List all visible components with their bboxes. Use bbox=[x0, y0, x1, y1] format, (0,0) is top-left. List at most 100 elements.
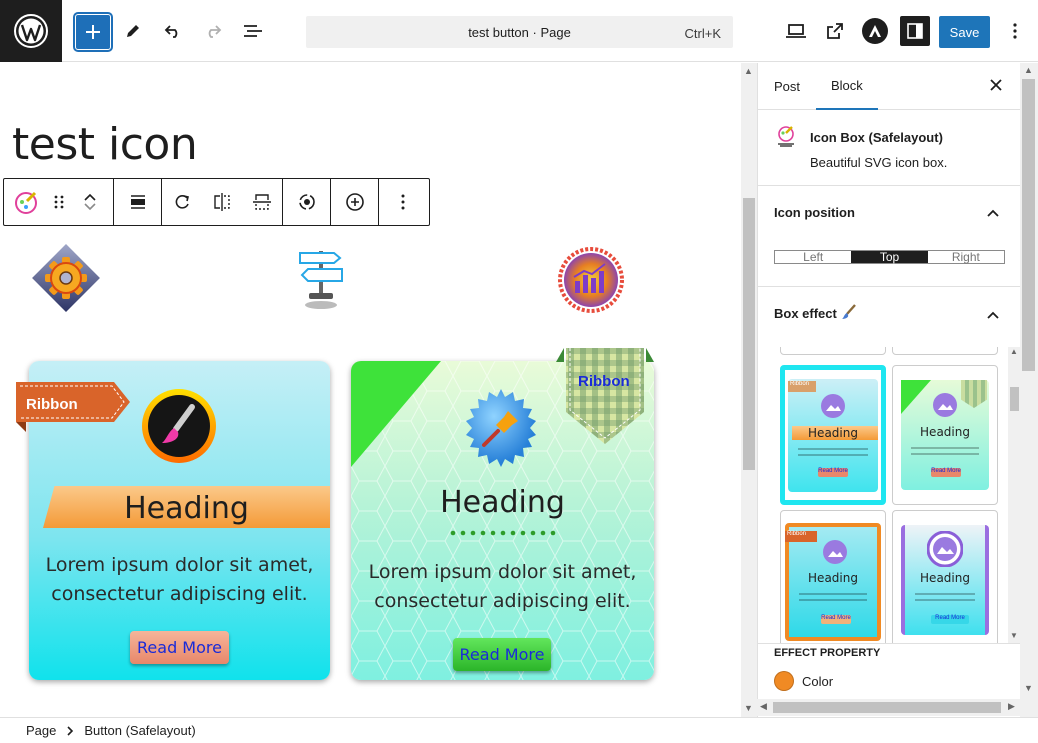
sidebar-toggle-icon bbox=[907, 23, 923, 39]
tab-post[interactable]: Post bbox=[774, 63, 800, 110]
plus-circle-icon bbox=[345, 193, 364, 211]
tools-button[interactable] bbox=[117, 15, 149, 47]
tab-block[interactable]: Block bbox=[816, 63, 878, 110]
breadcrumb-item-button[interactable]: Button (Safelayout) bbox=[84, 723, 195, 738]
sidebar-scroll-thumb[interactable] bbox=[1022, 79, 1035, 371]
image-icon bbox=[933, 393, 957, 417]
read-more-button[interactable]: Read More bbox=[453, 638, 551, 671]
gear-icon-block[interactable] bbox=[28, 240, 104, 321]
insert-after-button[interactable] bbox=[331, 179, 378, 225]
icon-position-control: Left Top Right bbox=[774, 250, 1005, 264]
effect-option[interactable]: Heading Read More bbox=[892, 510, 998, 643]
command-palette-button[interactable]: test button · Page Ctrl+K bbox=[306, 16, 733, 48]
block-type-button[interactable] bbox=[4, 179, 48, 225]
flip-vertical-icon bbox=[253, 194, 271, 210]
read-more-button[interactable]: Read More bbox=[130, 631, 229, 664]
card-text-line2: consectetur adipiscing elit. bbox=[51, 583, 308, 605]
canvas-scroll-thumb[interactable] bbox=[743, 198, 755, 470]
preview-button: Read More bbox=[818, 468, 848, 477]
effect-list-scroll-thumb[interactable] bbox=[1010, 387, 1019, 411]
ribbon-label: Ribbon bbox=[26, 396, 78, 413]
chart-badge-icon-block[interactable] bbox=[558, 247, 624, 318]
option-right[interactable]: Right bbox=[928, 251, 1004, 263]
sidebar-tabs: Post Block bbox=[758, 63, 1020, 110]
preview-heading: Heading bbox=[808, 426, 858, 440]
panel-title[interactable]: Icon position bbox=[774, 205, 855, 220]
preview-heading: Heading bbox=[920, 571, 970, 585]
scroll-up-icon[interactable]: ▲ bbox=[1010, 347, 1018, 356]
breadcrumb-item-page[interactable]: Page bbox=[26, 723, 56, 738]
undo-button[interactable] bbox=[157, 15, 189, 47]
flip-horizontal-button[interactable] bbox=[202, 179, 242, 225]
paint-brush-icon bbox=[142, 389, 216, 463]
canvas-scrollbar[interactable]: ▲ ▼ bbox=[741, 63, 757, 717]
options-button[interactable] bbox=[999, 15, 1031, 47]
save-button[interactable]: Save bbox=[939, 16, 990, 48]
sidebar-scrollbar[interactable]: ▲ ▼ bbox=[1020, 63, 1038, 717]
sidebar-horizontal-scrollbar[interactable]: ◀ ▶ bbox=[757, 699, 1020, 716]
signpost-icon-block[interactable] bbox=[292, 247, 350, 316]
flip-vertical-button[interactable] bbox=[242, 179, 282, 225]
pushpin-icon bbox=[466, 389, 536, 467]
rotate-button[interactable] bbox=[162, 179, 202, 225]
plugin-button[interactable] bbox=[862, 18, 888, 44]
plus-icon bbox=[86, 25, 100, 39]
effect-option[interactable]: Heading Read More bbox=[892, 365, 998, 505]
insert-group bbox=[331, 179, 379, 225]
wordpress-logo[interactable] bbox=[0, 0, 62, 62]
pin-icon-wrap bbox=[460, 387, 542, 474]
effect-option[interactable] bbox=[780, 347, 886, 355]
box-effect-title[interactable]: Box effect bbox=[774, 306, 837, 321]
block-name: Icon Box (Safelayout) bbox=[810, 130, 943, 145]
settings-sidebar: Post Block Icon Box (Safelayout) Beautif… bbox=[757, 63, 1020, 717]
effect-list-scrollbar[interactable]: ▲ ▼ bbox=[1008, 347, 1020, 643]
pencil-icon bbox=[127, 25, 139, 37]
page-title[interactable]: test icon bbox=[12, 119, 198, 170]
divider bbox=[758, 643, 1020, 644]
scroll-right-icon[interactable]: ▶ bbox=[1008, 701, 1015, 712]
align-button[interactable] bbox=[114, 179, 161, 225]
color-swatch[interactable] bbox=[774, 671, 794, 691]
settings-button[interactable] bbox=[900, 16, 930, 46]
preview-ribbon: Ribbon bbox=[788, 381, 816, 392]
effect-option-selected[interactable]: Heading Ribbon Read More bbox=[780, 365, 886, 505]
more-vertical-icon bbox=[401, 194, 405, 210]
effect-option[interactable]: Ribbon Heading Read More bbox=[780, 510, 886, 643]
box-effect-list[interactable]: Heading Ribbon Read More Heading Read Mo… bbox=[774, 347, 1008, 643]
close-sidebar-button[interactable] bbox=[989, 78, 1003, 95]
ribbon-2-wrap bbox=[556, 348, 654, 451]
preview-button[interactable] bbox=[780, 15, 812, 47]
astra-icon bbox=[869, 25, 881, 37]
chevron-down-icon bbox=[84, 203, 96, 211]
option-top[interactable]: Top bbox=[851, 251, 928, 263]
scroll-left-icon[interactable]: ◀ bbox=[760, 701, 767, 712]
block-description: Beautiful SVG icon box. bbox=[810, 155, 948, 170]
collapse-icon-position[interactable] bbox=[986, 205, 1000, 223]
collapse-box-effect[interactable] bbox=[986, 307, 1000, 325]
redo-button[interactable] bbox=[197, 15, 229, 47]
block-icon bbox=[774, 124, 798, 153]
drag-handle[interactable] bbox=[48, 179, 70, 225]
document-overview-button[interactable] bbox=[237, 15, 269, 47]
scroll-down-icon[interactable]: ▼ bbox=[1010, 631, 1018, 640]
card-text-line2: consectetur adipiscing elit. bbox=[374, 590, 631, 612]
scroll-down-icon[interactable]: ▼ bbox=[744, 703, 753, 713]
scroll-up-icon[interactable]: ▲ bbox=[744, 66, 753, 76]
scroll-up-icon[interactable]: ▲ bbox=[1024, 65, 1033, 75]
scroll-down-icon[interactable]: ▼ bbox=[1024, 683, 1033, 693]
dotted-divider bbox=[450, 530, 556, 536]
move-buttons[interactable] bbox=[70, 179, 110, 225]
effect-option[interactable] bbox=[892, 347, 998, 355]
preview-button: Read More bbox=[821, 615, 851, 624]
animation-button[interactable] bbox=[283, 179, 330, 225]
horizontal-scroll-thumb[interactable] bbox=[773, 702, 1001, 713]
add-block-button[interactable] bbox=[73, 12, 113, 52]
wordpress-icon bbox=[14, 14, 48, 48]
image-icon bbox=[927, 531, 963, 567]
brush-icon-wrap bbox=[140, 387, 218, 470]
option-left[interactable]: Left bbox=[775, 251, 851, 263]
view-page-button[interactable] bbox=[819, 15, 851, 47]
block-breadcrumb: Page Button (Safelayout) bbox=[0, 717, 1038, 743]
block-options-button[interactable] bbox=[379, 179, 427, 225]
palette-icon bbox=[778, 126, 794, 147]
